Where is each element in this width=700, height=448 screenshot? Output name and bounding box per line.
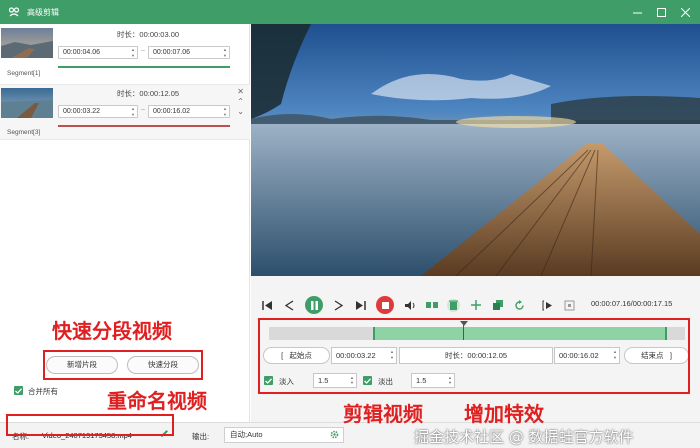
annotation-box-split (43, 350, 203, 380)
stepper-icon[interactable]: ▲ ▼ (131, 47, 135, 58)
app-logo-icon (7, 5, 21, 19)
next-frame-icon[interactable] (332, 299, 345, 312)
annotation-rename-text: 重命名视频 (107, 389, 207, 413)
annotation-trim-text: 剪辑视频 (343, 402, 423, 426)
video-preview (251, 24, 700, 276)
segment-progress-bar (58, 125, 230, 127)
stepper-icon[interactable]: ▲ ▼ (223, 106, 227, 117)
segment-duration: 时长：00:00:03.00 (116, 30, 180, 39)
set-out-point-icon[interactable] (563, 299, 576, 312)
window-title: 高级剪辑 (27, 7, 59, 17)
copy-clip-icon[interactable] (491, 299, 504, 312)
segment-duration: 时长：00:00:12.05 (116, 89, 180, 98)
annotation-effects-text: 增加特效 (464, 402, 544, 426)
segment-thumbnail (1, 28, 53, 58)
move-down-icon[interactable]: ⌄ (237, 107, 244, 116)
delete-clip-icon[interactable] (447, 298, 460, 312)
output-label: 输出: (192, 432, 210, 441)
title-bar: 高级剪辑 (0, 0, 700, 24)
segment-end-input[interactable]: 00:00:16.02 ▲ ▼ (148, 105, 230, 118)
stepper-icon[interactable]: ▲ ▼ (223, 47, 227, 58)
delete-segment-icon[interactable]: ✕ (237, 87, 244, 96)
split-clip-icon[interactable] (425, 299, 438, 312)
gear-icon[interactable] (330, 430, 339, 441)
minimize-button[interactable] (630, 5, 644, 19)
playback-toolbar (261, 296, 576, 314)
segment-start-input[interactable]: 00:00:04.06 ▲ ▼ (58, 46, 138, 59)
playback-timecode: 00:00:07.16/00:00:17.15 (591, 299, 673, 308)
close-button[interactable] (678, 5, 692, 19)
segment-start-input[interactable]: 00:00:03.22 ▲ ▼ (58, 105, 138, 118)
segment-item[interactable]: Segment[1] 时长：00:00:03.00 00:00:04.06 ▲ ▼ … (0, 26, 250, 82)
annotation-box-rename (6, 414, 174, 436)
skip-start-icon[interactable] (261, 299, 274, 312)
stop-button[interactable] (376, 296, 394, 314)
segment-item[interactable]: Segment[3] 时长：00:00:12.05 00:00:03.22 ▲ ▼ … (0, 84, 250, 140)
segment-thumbnail (1, 88, 53, 118)
segment-name: Segment[1] (7, 70, 41, 77)
merge-all-checkbox[interactable] (14, 386, 23, 395)
watermark-text: 掘金技术社区 @ 数据蛙官方软件 (414, 428, 634, 446)
merge-all-label: 合并所有 (28, 387, 58, 396)
reset-icon[interactable] (513, 299, 526, 312)
segment-name: Segment[3] (7, 129, 41, 136)
segment-progress-bar (58, 66, 230, 68)
volume-icon[interactable] (403, 299, 416, 312)
prev-frame-icon[interactable] (283, 299, 296, 312)
pause-button[interactable] (305, 296, 323, 314)
annotation-box-trim (258, 318, 690, 394)
stepper-icon[interactable]: ▲ ▼ (131, 106, 135, 117)
annotation-split-text: 快速分段视频 (52, 319, 172, 343)
segment-end-input[interactable]: 00:00:07.06 ▲ ▼ (148, 46, 230, 59)
skip-end-icon[interactable] (354, 299, 367, 312)
maximize-button[interactable] (654, 5, 668, 19)
output-select[interactable]: 自动;Auto (224, 427, 344, 443)
add-clip-icon[interactable] (469, 299, 482, 312)
move-up-icon[interactable]: ⌃ (237, 97, 244, 106)
set-in-point-icon[interactable] (541, 299, 554, 312)
